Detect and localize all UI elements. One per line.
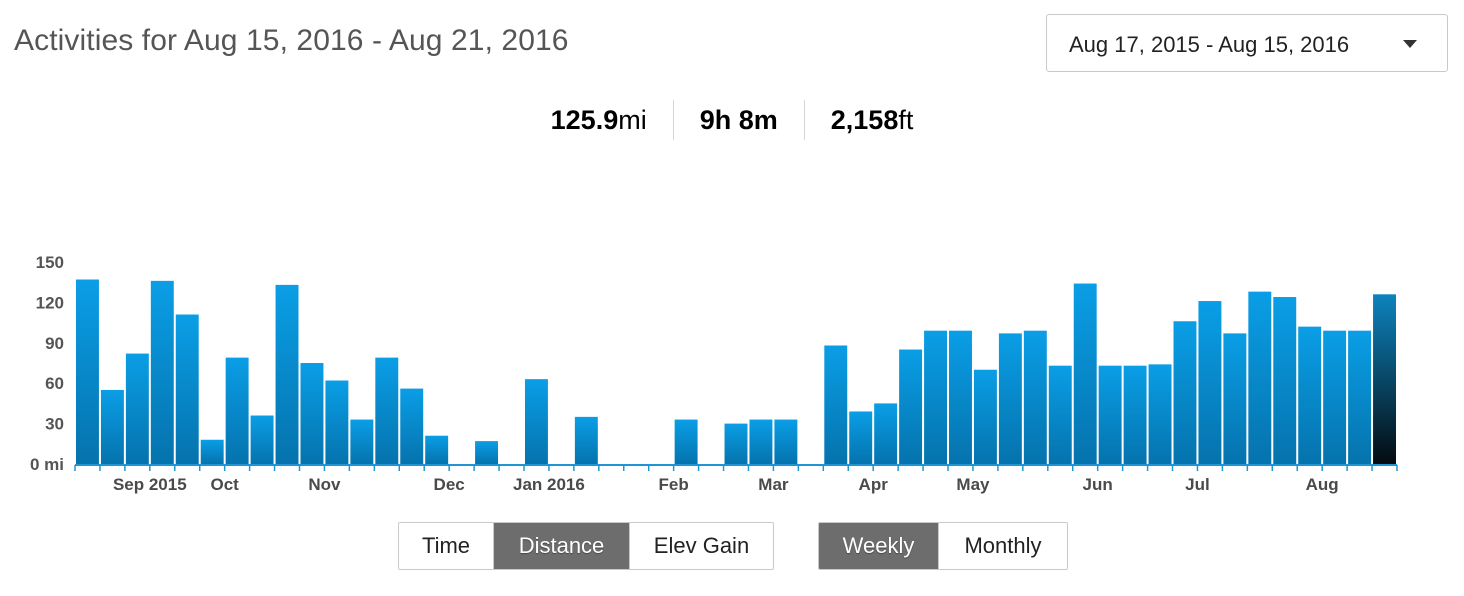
x-month-label: Mar	[758, 475, 789, 494]
distance-value: 125.9	[550, 105, 619, 135]
week-bar[interactable]	[1198, 301, 1222, 464]
weekly-distance-chart: 0 mi 30 60 90 120 150 Sep 2015 Oct Nov Dec Jan 20…	[0, 240, 1464, 510]
week-bar[interactable]	[100, 389, 124, 464]
week-bar[interactable]	[524, 379, 548, 464]
distance-stat: 125.9 mi	[525, 100, 673, 140]
distance-unit: mi	[618, 105, 647, 135]
week-bar[interactable]	[849, 411, 873, 464]
week-bar[interactable]	[1298, 326, 1322, 464]
week-bar[interactable]	[724, 423, 748, 464]
time-toggle-button[interactable]: Time	[399, 523, 493, 569]
x-month-label: Aug	[1306, 475, 1339, 494]
week-bar[interactable]	[200, 439, 224, 464]
week-bar[interactable]	[1223, 333, 1247, 464]
bar-chart-svg: 0 mi 30 60 90 120 150 Sep 2015 Oct Nov Dec Jan 20…	[30, 253, 1398, 494]
week-bar[interactable]	[250, 415, 274, 464]
week-bar[interactable]	[1048, 365, 1072, 464]
date-range-value: Aug 17, 2015 - Aug 15, 2016	[1069, 32, 1350, 57]
week-bar[interactable]	[899, 349, 923, 464]
week-bar[interactable]	[425, 435, 449, 464]
x-month-label: Jan 2016	[513, 475, 585, 494]
x-month-label: Feb	[659, 475, 689, 494]
week-bar[interactable]	[949, 330, 972, 464]
week-bar[interactable]	[400, 388, 424, 464]
week-bar[interactable]	[824, 345, 848, 464]
metric-toggle: Time Distance Elev Gain	[398, 522, 774, 570]
week-bar[interactable]	[300, 363, 324, 464]
y-tick-label: 90	[45, 334, 64, 353]
x-month-label: Jul	[1185, 475, 1210, 494]
date-range-dropdown[interactable]: Aug 17, 2015 - Aug 15, 2016	[1046, 14, 1448, 72]
weekly-toggle-button[interactable]: Weekly	[819, 523, 938, 569]
y-tick-label: 60	[45, 374, 64, 393]
week-bar[interactable]	[1323, 330, 1347, 464]
week-bar[interactable]	[1148, 364, 1172, 464]
week-bar[interactable]	[150, 280, 174, 464]
x-month-label: May	[956, 475, 990, 494]
week-bar[interactable]	[1098, 365, 1122, 464]
distance-toggle-button[interactable]: Distance	[493, 523, 629, 569]
week-bar[interactable]	[1248, 291, 1272, 464]
x-month-label: Dec	[434, 475, 465, 494]
chevron-down-icon	[1403, 40, 1417, 48]
y-tick-label: 30	[45, 415, 64, 434]
week-bar[interactable]	[1023, 330, 1047, 464]
week-bar[interactable]	[1123, 365, 1147, 464]
week-bar[interactable]	[225, 357, 249, 464]
week-bar[interactable]	[924, 330, 948, 464]
week-bar[interactable]	[774, 419, 798, 464]
y-tick-label: 0 mi	[30, 455, 64, 474]
x-month-label: Sep 2015	[113, 475, 187, 494]
week-bar[interactable]	[475, 441, 499, 464]
x-month-label: Apr	[859, 475, 889, 494]
x-month-label: Jun	[1083, 475, 1113, 494]
period-toggle: Weekly Monthly	[818, 522, 1068, 570]
week-bar[interactable]	[749, 419, 773, 464]
x-month-label: Oct	[210, 475, 239, 494]
week-bar[interactable]	[574, 416, 598, 464]
summary-stats: 125.9 mi 9h 8m 2,158 ft	[0, 100, 1464, 140]
week-bar[interactable]	[76, 279, 99, 464]
week-bar[interactable]	[674, 419, 698, 464]
week-bar[interactable]	[125, 353, 149, 464]
monthly-toggle-button[interactable]: Monthly	[938, 523, 1067, 569]
elevation-value: 2,158	[830, 105, 899, 135]
week-bar[interactable]	[175, 314, 199, 464]
week-bar[interactable]	[874, 403, 898, 464]
week-bar[interactable]	[375, 357, 399, 464]
x-month-label: Nov	[308, 475, 341, 494]
selected-week-bar[interactable]	[1373, 294, 1396, 464]
week-bar[interactable]	[998, 333, 1022, 464]
page-title: Activities for Aug 15, 2016 - Aug 21, 20…	[14, 24, 569, 57]
y-tick-label: 120	[36, 293, 64, 312]
week-bar[interactable]	[973, 369, 997, 464]
week-bar[interactable]	[1348, 330, 1372, 464]
week-bar[interactable]	[1173, 321, 1197, 464]
week-bar[interactable]	[1073, 283, 1097, 464]
elev-gain-toggle-button[interactable]: Elev Gain	[629, 523, 773, 569]
y-tick-label: 150	[36, 253, 64, 272]
time-value: 9h 8m	[699, 105, 778, 135]
week-bar[interactable]	[1273, 297, 1297, 464]
time-stat: 9h 8m	[672, 100, 804, 140]
week-bar[interactable]	[350, 419, 374, 464]
elevation-unit: ft	[898, 105, 914, 135]
elevation-stat: 2,158 ft	[803, 100, 940, 140]
week-bar[interactable]	[275, 284, 299, 464]
week-bar[interactable]	[325, 380, 349, 464]
